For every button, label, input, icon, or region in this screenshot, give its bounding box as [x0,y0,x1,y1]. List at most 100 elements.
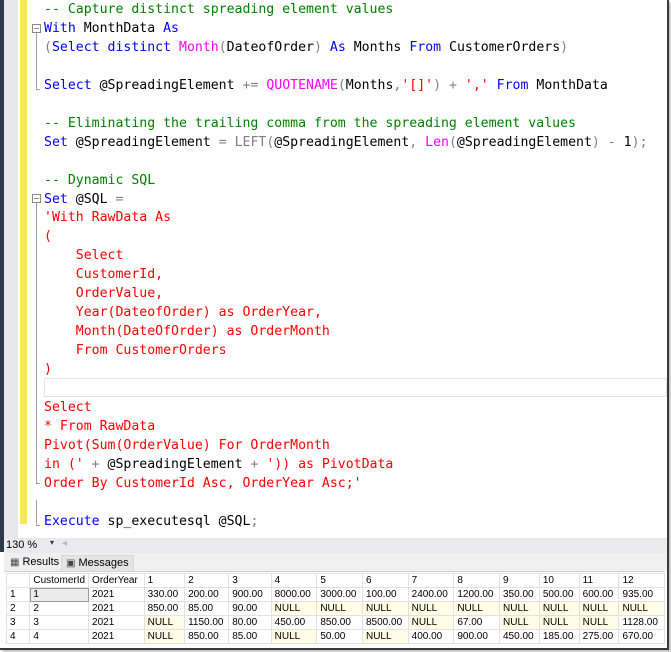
table-cell[interactable]: 8000.00 [270,587,318,602]
table-cell[interactable]: 185.00 [538,629,580,644]
table-cell[interactable]: 3000.00 [316,587,363,602]
table-cell[interactable]: 50.00 [316,629,363,644]
table-cell[interactable]: 4 [29,629,90,644]
column-header[interactable]: 12 [618,573,665,588]
query-editor[interactable]: − − -- Capture distinct spreading elemen… [27,0,667,538]
column-header[interactable]: 7 [407,573,455,588]
code-token: ) [44,362,52,378]
table-cell[interactable]: NULL [407,615,455,630]
table-cell[interactable]: 2021 [88,601,145,616]
column-header[interactable]: 4 [270,573,318,588]
table-cell[interactable]: NULL [270,629,318,644]
code-line: -- Eliminating the trailing comma from t… [44,114,576,133]
table-cell[interactable]: NULL [499,615,540,630]
table-cell[interactable]: 330.00 [143,587,186,602]
table-cell[interactable]: NULL [618,601,665,616]
table-cell[interactable]: 935.00 [618,587,665,602]
table-cell[interactable]: 2400.00 [407,587,455,602]
table-cell[interactable]: NULL [578,601,620,616]
column-header[interactable]: 1 [143,573,186,588]
table-cell[interactable]: NULL [270,601,318,616]
table-cell[interactable]: 1 [29,587,90,602]
table-cell[interactable]: 600.00 [578,587,620,602]
table-cell[interactable]: NULL [361,601,409,616]
table-cell[interactable]: 850.00 [316,615,363,630]
row-number-header[interactable] [5,573,31,588]
table-cell[interactable]: 3 [29,615,90,630]
column-header[interactable]: 8 [453,573,500,588]
table-cell[interactable]: 850.00 [143,601,186,616]
column-header[interactable]: 10 [538,573,580,588]
table-cell[interactable]: 1128.00 [618,615,665,630]
code-token: ); [631,134,648,150]
table-cell[interactable]: 1150.00 [184,615,230,630]
row-number[interactable]: 3 [5,615,31,630]
row-number[interactable]: 2 [5,601,31,616]
table-cell[interactable]: 670.00 [618,629,665,644]
table-cell[interactable]: 450.00 [499,629,540,644]
column-header[interactable]: 9 [499,573,540,588]
collapse-toggle-icon[interactable]: − [32,24,41,33]
scroll-left-icon[interactable]: ◂ [62,538,67,549]
table-cell[interactable]: 80.00 [228,615,272,630]
code-token: ( [218,39,227,55]
table-cell[interactable]: 85.00 [228,629,272,644]
row-number[interactable]: 1 [5,587,31,602]
table-cell[interactable]: NULL [578,615,620,630]
table-cell[interactable]: 2021 [88,587,145,602]
table-cell[interactable]: 900.00 [453,629,500,644]
table-cell[interactable]: 100.00 [361,587,409,602]
tab-messages[interactable]: ▣ Messages [61,555,134,572]
code-token: + [83,456,108,472]
column-header[interactable]: 11 [578,573,620,588]
code-token: -- Dynamic SQL [44,172,156,188]
collapse-toggle-icon[interactable]: − [32,194,41,203]
zoom-level-dropdown[interactable]: 130 % [6,539,37,551]
column-header[interactable]: 2 [184,573,230,588]
code-line: Pivot(Sum(OrderValue) For OrderMonth [44,436,330,455]
table-cell[interactable]: NULL [316,601,363,616]
table-cell[interactable]: 275.00 [578,629,620,644]
column-header[interactable]: 5 [316,573,363,588]
code-token: , [409,134,426,150]
tab-results[interactable]: ▦ Results [6,555,64,571]
table-cell[interactable]: 85.00 [184,601,230,616]
table-cell[interactable]: 350.00 [499,587,540,602]
code-token: + [242,456,267,472]
tab-label: Results [22,556,60,568]
table-cell[interactable]: 850.00 [184,629,230,644]
code-line: ) [44,360,52,379]
table-cell[interactable]: NULL [538,615,580,630]
table-cell[interactable]: 200.00 [184,587,230,602]
table-cell[interactable]: NULL [538,601,580,616]
chevron-down-icon[interactable]: ▾ [50,538,54,547]
table-cell[interactable]: NULL [407,601,455,616]
column-header[interactable]: 6 [361,573,409,588]
code-token: 'With RawData As [44,210,172,226]
table-cell[interactable]: 2021 [88,615,145,630]
row-number[interactable]: 4 [5,629,31,644]
code-token: Year(DateofOrder) as OrderYear, [44,305,322,321]
table-cell[interactable]: 450.00 [270,615,318,630]
table-cell[interactable]: NULL [453,601,500,616]
table-cell[interactable]: 2021 [88,629,145,644]
table-cell[interactable]: NULL [143,629,186,644]
table-cell[interactable]: 90.00 [228,601,272,616]
table-cell[interactable]: 67.00 [453,615,500,630]
code-token: ) - [591,134,624,150]
code-token: @SpreadingElement [274,134,410,150]
table-cell[interactable]: NULL [361,629,409,644]
table-cell[interactable]: 400.00 [407,629,455,644]
table-cell[interactable]: 900.00 [228,587,272,602]
column-header[interactable]: CustomerId [29,573,90,588]
column-header[interactable]: 3 [228,573,272,588]
code-line: in (' + @SpreadingElement + ')) as Pivot… [44,455,393,474]
table-cell[interactable]: NULL [499,601,540,616]
column-header[interactable]: OrderYear [88,573,145,588]
table-cell[interactable]: 8500.00 [361,615,409,630]
table-cell[interactable]: NULL [143,615,186,630]
table-cell[interactable]: 2 [29,601,90,616]
code-token: OrderValue, [44,286,164,302]
table-cell[interactable]: 500.00 [538,587,580,602]
table-cell[interactable]: 1200.00 [453,587,500,602]
